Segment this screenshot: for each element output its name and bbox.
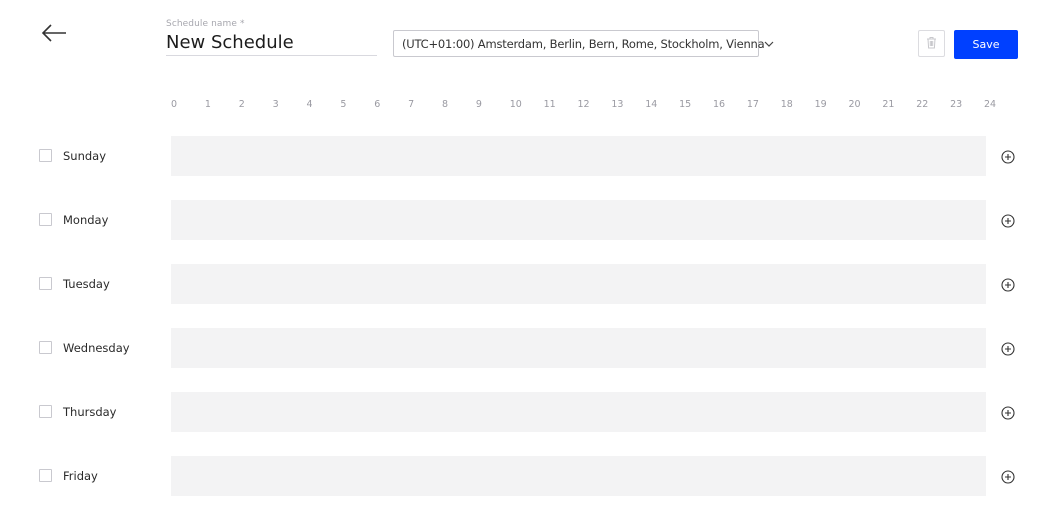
day-checkbox[interactable]: [39, 469, 52, 482]
hour-label: 2: [238, 99, 245, 110]
day-row: Monday: [0, 200, 1050, 240]
chevron-down-icon: [764, 39, 774, 49]
day-label: Thursday: [63, 405, 117, 419]
day-label: Friday: [63, 469, 98, 483]
plus-circle-icon: [1001, 149, 1015, 168]
hour-label: 3: [272, 99, 279, 110]
hour-label: 20: [848, 99, 861, 110]
day-label: Sunday: [63, 149, 107, 163]
day-checkbox[interactable]: [39, 149, 52, 162]
day-timeline[interactable]: [171, 136, 986, 176]
day-timeline[interactable]: [171, 328, 986, 368]
hour-axis: 0 1 2 3 4 5 6 7 8 9 10 11 12 13 14 15 16 17 18 19 20 21 22 23 24: [171, 99, 996, 113]
hour-label: 19: [814, 99, 827, 110]
add-interval-button[interactable]: [1001, 277, 1015, 292]
day-row: Sunday: [0, 136, 1050, 176]
add-interval-button[interactable]: [1001, 149, 1015, 164]
hour-label: 16: [713, 99, 726, 110]
day-row: Friday: [0, 456, 1050, 496]
hour-label: 10: [509, 99, 522, 110]
schedule-name-label: Schedule name *: [166, 19, 245, 29]
timezone-select[interactable]: (UTC+01:00) Amsterdam, Berlin, Bern, Rom…: [393, 30, 774, 57]
add-interval-button[interactable]: [1001, 469, 1015, 484]
hour-label: 1: [204, 99, 211, 110]
hour-label: 24: [984, 99, 997, 110]
day-row: Wednesday: [0, 328, 1050, 368]
hour-label: 22: [916, 99, 929, 110]
hour-label: 21: [882, 99, 895, 110]
arrow-left-icon: [41, 24, 67, 46]
hour-label: 18: [780, 99, 793, 110]
day-timeline[interactable]: [171, 200, 986, 240]
plus-circle-icon: [1001, 213, 1015, 232]
add-interval-button[interactable]: [1001, 213, 1015, 228]
day-label: Tuesday: [63, 277, 110, 291]
save-button[interactable]: Save: [954, 30, 1018, 59]
day-label: Monday: [63, 213, 109, 227]
day-checkbox[interactable]: [39, 341, 52, 354]
hour-label: 5: [340, 99, 347, 110]
hour-label: 8: [442, 99, 449, 110]
hour-label: 23: [950, 99, 963, 110]
hour-label: 4: [306, 99, 313, 110]
hour-label: 15: [679, 99, 692, 110]
trash-icon: [926, 34, 937, 53]
hour-label: 14: [645, 99, 658, 110]
day-timeline[interactable]: [171, 392, 986, 432]
hour-label: 17: [746, 99, 759, 110]
timezone-value: (UTC+01:00) Amsterdam, Berlin, Bern, Rom…: [402, 36, 765, 51]
day-timeline[interactable]: [171, 456, 986, 496]
add-interval-button[interactable]: [1001, 341, 1015, 356]
add-interval-button[interactable]: [1001, 405, 1015, 420]
hour-label: 0: [171, 99, 178, 110]
plus-circle-icon: [1001, 469, 1015, 488]
hour-label: 12: [577, 99, 590, 110]
day-label: Wednesday: [63, 341, 130, 355]
schedule-name-field: Schedule name *: [166, 19, 377, 56]
back-button[interactable]: [40, 24, 68, 46]
plus-circle-icon: [1001, 341, 1015, 360]
hour-label: 7: [408, 99, 415, 110]
hour-label: 11: [543, 99, 556, 110]
plus-circle-icon: [1001, 277, 1015, 296]
plus-circle-icon: [1001, 405, 1015, 424]
delete-button[interactable]: [918, 30, 945, 57]
hour-label: 6: [374, 99, 381, 110]
day-checkbox[interactable]: [39, 277, 52, 290]
hour-label: 9: [475, 99, 482, 110]
day-row: Thursday: [0, 392, 1050, 432]
day-row: Tuesday: [0, 264, 1050, 304]
hour-label: 13: [611, 99, 624, 110]
day-checkbox[interactable]: [39, 213, 52, 226]
schedule-name-input[interactable]: [166, 31, 377, 56]
day-checkbox[interactable]: [39, 405, 52, 418]
day-timeline[interactable]: [171, 264, 986, 304]
